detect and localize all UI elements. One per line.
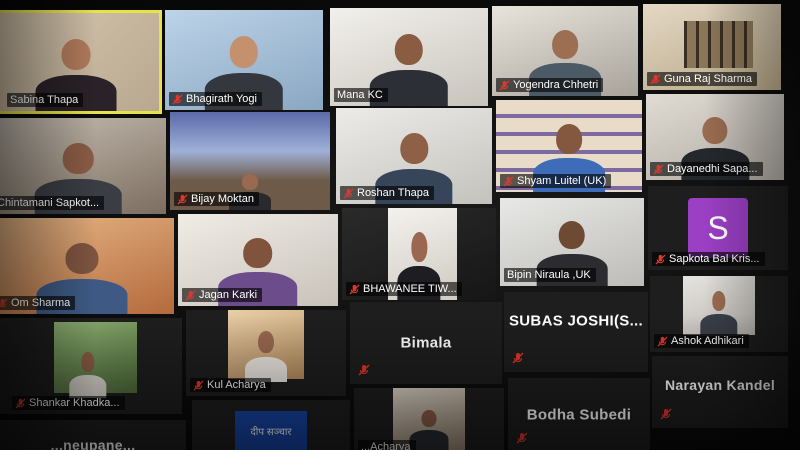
participant-name-label: Bipin Niraula ,UK: [504, 268, 596, 282]
participant-name-label: Guna Raj Sharma: [647, 72, 758, 86]
mic-muted-icon: [185, 289, 196, 301]
participant-name-label: Bhagirath Yogi: [169, 92, 262, 106]
participant-name-text: Bodha Subedi: [526, 406, 632, 424]
participant-name-text: Bimala: [400, 334, 452, 352]
participant-tile-yogendra-chhetri[interactable]: Yogendra Chhetri: [492, 6, 638, 96]
participant-name-label: Yogendra Chhetri: [496, 78, 604, 92]
mic-muted-icon: [358, 364, 370, 376]
participant-tile-shyam-luitel[interactable]: Shyam Luitel (UK): [496, 100, 642, 192]
mic-muted-icon: [349, 283, 360, 295]
participant-tile-sapkota-bal-krishna[interactable]: S Sapkota Bal Kris...: [648, 186, 788, 270]
participant-video-figure: [67, 348, 108, 398]
mic-muted-icon: [177, 193, 188, 205]
zoom-gallery-view: Sabina Thapa Bhagirath Yogi Mana KC Yoge…: [0, 0, 800, 450]
participant-name-text: Narayan Kandel: [664, 376, 776, 393]
mic-muted-icon: [172, 93, 183, 105]
participant-tile-bhawanee-tiwari[interactable]: BHAWANEE TIW...: [342, 208, 496, 300]
participant-tile-bhagirath-yogi[interactable]: Bhagirath Yogi: [165, 10, 323, 110]
participant-name-label: Bijay Moktan: [174, 192, 259, 206]
participant-name-label: Shyam Luitel (UK): [500, 174, 612, 188]
participant-tile-chintamani-sapkota[interactable]: Chintamani Sapkot...: [0, 118, 166, 214]
participant-name-label: Sabina Thapa: [7, 93, 84, 107]
mic-muted-icon: [657, 335, 668, 347]
participant-name-label: Kul Acharya: [190, 378, 271, 392]
participant-name-label: BHAWANEE TIW...: [346, 282, 462, 296]
participant-tile-jagan-karki[interactable]: Jagan Karki: [178, 214, 338, 306]
participant-name-label: Mana KC: [334, 88, 388, 102]
participant-name-label: Shankar Khadka...: [12, 396, 125, 410]
participant-video-figure: [242, 327, 290, 382]
participant-tile-dayanedhi-sapkota[interactable]: Dayanedhi Sapa...: [646, 94, 784, 180]
participant-tile-narayan-kandel[interactable]: Narayan Kandel: [652, 356, 788, 428]
participant-name-label: Roshan Thapa: [340, 186, 434, 200]
participant-tile-bodha-subedi[interactable]: Bodha Subedi: [508, 378, 650, 450]
participant-tile-bijay-moktan[interactable]: Bijay Moktan: [170, 112, 330, 210]
participant-tile-kul-acharya[interactable]: Kul Acharya: [186, 310, 346, 396]
mic-muted-icon: [653, 163, 664, 175]
mic-muted-icon: [655, 253, 666, 265]
participant-video-figure: [698, 287, 739, 336]
participant-tile-sabina-thapa[interactable]: Sabina Thapa: [0, 10, 162, 114]
background-object: [684, 21, 754, 69]
participant-tile-shankar-khadka[interactable]: Shankar Khadka...: [0, 318, 182, 414]
mic-muted-icon: [15, 397, 26, 409]
participant-tile-bimala[interactable]: Bimala: [350, 302, 502, 384]
mic-muted-icon: [512, 352, 524, 364]
participant-tile-guna-raj-sharma[interactable]: Guna Raj Sharma: [643, 4, 781, 90]
participant-name-label: Ashok Adhikari: [654, 334, 749, 348]
participant-name-label: Chintamani Sapkot...: [0, 196, 105, 210]
mic-muted-icon: [516, 432, 528, 444]
participant-tile-mana-kc[interactable]: Mana KC: [330, 8, 488, 106]
participant-tile-ashok-adhikari[interactable]: Ashok Adhikari: [650, 276, 788, 352]
mic-muted-icon: [503, 175, 514, 187]
participant-avatar: S: [688, 198, 748, 258]
mic-muted-icon: [343, 187, 354, 199]
mic-muted-icon: [650, 73, 661, 85]
mic-muted-icon: [193, 379, 204, 391]
participant-tile-subas-joshi[interactable]: SUBAS JOSHI(S...: [504, 292, 648, 372]
participant-name-label: Dayanedhi Sapa...: [650, 162, 763, 176]
participant-tile-roshan-thapa[interactable]: Roshan Thapa: [336, 108, 492, 204]
participant-tile-neupane[interactable]: ...neupane...: [0, 420, 186, 450]
participant-tile-deep-sanchar[interactable]: दीप सञ्चार: [192, 400, 350, 450]
participant-tile-acharya[interactable]: ...Acharya: [354, 388, 504, 450]
participant-name-text: ...neupane...: [50, 436, 136, 450]
mic-muted-icon: [660, 408, 672, 420]
participant-tile-bipin-niraula[interactable]: Bipin Niraula ,UK: [500, 198, 644, 286]
participant-name-label: Sapkota Bal Kris...: [652, 252, 765, 266]
participant-name-text: SUBAS JOSHI(S...: [509, 312, 643, 330]
mic-muted-icon: [499, 79, 510, 91]
participant-name-label: Jagan Karki: [182, 288, 263, 302]
deep-sanchar-logo: दीप सञ्चार: [235, 411, 307, 450]
participant-name-label: ...Acharya: [358, 440, 416, 450]
participant-name-label: Om Sharma: [0, 296, 76, 310]
mic-muted-icon: [0, 297, 8, 307]
participant-tile-om-sharma[interactable]: Om Sharma: [0, 218, 174, 314]
